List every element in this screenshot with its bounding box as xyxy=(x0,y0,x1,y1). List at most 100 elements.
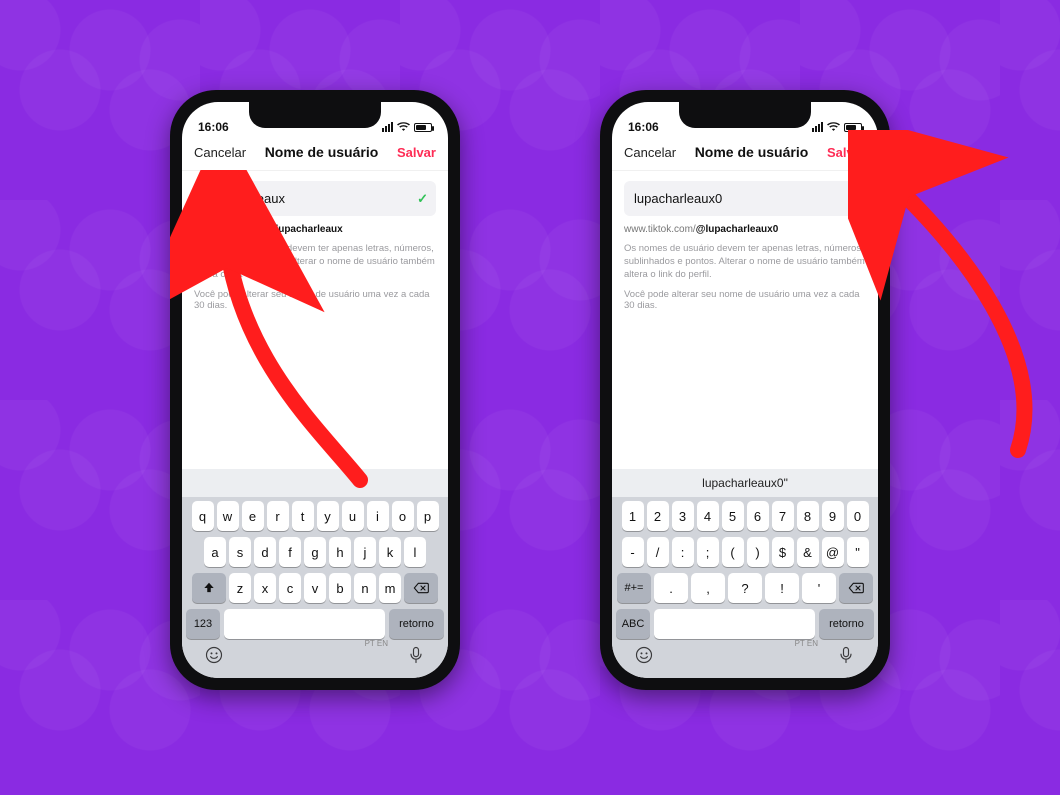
key-m[interactable]: m xyxy=(379,573,401,603)
ios-keyboard[interactable]: qwertyuiop asdfghjkl zxcvbnm 123 retorno xyxy=(182,469,448,678)
save-button[interactable]: Salvar xyxy=(827,145,866,160)
url-handle: @lupacharleaux xyxy=(266,224,343,235)
key-b[interactable]: b xyxy=(329,573,351,603)
key-q[interactable]: q xyxy=(192,501,214,531)
key-3[interactable]: 3 xyxy=(672,501,694,531)
key-)[interactable]: ) xyxy=(747,537,769,567)
key-u[interactable]: u xyxy=(342,501,364,531)
return-key[interactable]: retorno xyxy=(389,609,444,639)
key-9[interactable]: 9 xyxy=(822,501,844,531)
keyboard-suggestion-bar[interactable] xyxy=(182,469,448,497)
key-r[interactable]: r xyxy=(267,501,289,531)
key-o[interactable]: o xyxy=(392,501,414,531)
key-i[interactable]: i xyxy=(367,501,389,531)
username-value: lupacharleaux xyxy=(204,191,285,206)
signal-icon xyxy=(812,122,823,132)
key-v[interactable]: v xyxy=(304,573,326,603)
phone-screen: 16:06 Cancelar Nome de usuário Salvar lu… xyxy=(182,102,448,678)
phone-notch xyxy=(679,102,811,128)
key-.[interactable]: . xyxy=(654,573,688,603)
key-w[interactable]: w xyxy=(217,501,239,531)
mode-switch-key[interactable]: 123 xyxy=(186,609,220,639)
key-t[interactable]: t xyxy=(292,501,314,531)
return-key[interactable]: retorno xyxy=(819,609,874,639)
username-input[interactable]: lupacharleaux ✓ xyxy=(194,181,436,216)
keyboard-suggestion-bar[interactable]: lupacharleaux0" xyxy=(612,469,878,497)
profile-url: www.tiktok.com/@lupacharleaux xyxy=(194,224,436,235)
key-/[interactable]: / xyxy=(647,537,669,567)
phone-notch xyxy=(249,102,381,128)
kb-row-2: asdfghjkl xyxy=(186,537,444,567)
key-l[interactable]: l xyxy=(404,537,426,567)
key-?[interactable]: ? xyxy=(728,573,762,603)
profile-url: www.tiktok.com/@lupacharleaux0 xyxy=(624,224,866,235)
key-n[interactable]: n xyxy=(354,573,376,603)
key-@[interactable]: @ xyxy=(822,537,844,567)
kb-row-1: qwertyuiop xyxy=(186,501,444,531)
key-p[interactable]: p xyxy=(417,501,439,531)
key-;[interactable]: ; xyxy=(697,537,719,567)
checkmark-icon: ✓ xyxy=(417,191,428,207)
ios-keyboard[interactable]: lupacharleaux0" 1234567890 -/:;()$&@" #+… xyxy=(612,469,878,678)
phone-screen: 16:06 Cancelar Nome de usuário Salvar lu… xyxy=(612,102,878,678)
key-c[interactable]: c xyxy=(279,573,301,603)
keyboard-language-hint: PT EN xyxy=(365,639,388,648)
key-:[interactable]: : xyxy=(672,537,694,567)
key-4[interactable]: 4 xyxy=(697,501,719,531)
key-s[interactable]: s xyxy=(229,537,251,567)
keyboard-language-hint: PT EN xyxy=(795,639,818,648)
key-y[interactable]: y xyxy=(317,501,339,531)
key-a[interactable]: a xyxy=(204,537,226,567)
battery-icon xyxy=(414,123,432,132)
mode-switch-key[interactable]: ABC xyxy=(616,609,650,639)
kb-row-3: #+= .,?!' xyxy=(616,573,874,603)
kb-row-3: zxcvbnm xyxy=(186,573,444,603)
key-&[interactable]: & xyxy=(797,537,819,567)
cancel-button[interactable]: Cancelar xyxy=(624,145,676,160)
key-h[interactable]: h xyxy=(329,537,351,567)
wifi-icon xyxy=(827,120,840,134)
backspace-key[interactable] xyxy=(839,573,873,603)
key-$[interactable]: $ xyxy=(772,537,794,567)
key-j[interactable]: j xyxy=(354,537,376,567)
key-7[interactable]: 7 xyxy=(772,501,794,531)
space-key[interactable] xyxy=(224,609,385,639)
key-d[interactable]: d xyxy=(254,537,276,567)
key-k[interactable]: k xyxy=(379,537,401,567)
key-2[interactable]: 2 xyxy=(647,501,669,531)
status-time: 16:06 xyxy=(628,120,659,134)
key-6[interactable]: 6 xyxy=(747,501,769,531)
key-e[interactable]: e xyxy=(242,501,264,531)
key-,[interactable]: , xyxy=(691,573,725,603)
kb-footer xyxy=(616,639,874,670)
key--[interactable]: - xyxy=(622,537,644,567)
key-5[interactable]: 5 xyxy=(722,501,744,531)
cancel-button[interactable]: Cancelar xyxy=(194,145,246,160)
background-pattern xyxy=(0,0,1060,795)
key-g[interactable]: g xyxy=(304,537,326,567)
symbols-switch-key[interactable]: #+= xyxy=(617,573,651,603)
dictation-key[interactable] xyxy=(406,645,426,670)
space-key[interactable] xyxy=(654,609,815,639)
username-input[interactable]: lupacharleaux0 xyxy=(624,181,866,216)
nav-bar: Cancelar Nome de usuário Salvar xyxy=(182,136,448,171)
emoji-key[interactable] xyxy=(204,645,224,670)
key-'[interactable]: ' xyxy=(802,573,836,603)
key-0[interactable]: 0 xyxy=(847,501,869,531)
phone-mockup-right: 16:06 Cancelar Nome de usuário Salvar lu… xyxy=(600,90,890,690)
key-"[interactable]: " xyxy=(847,537,869,567)
key-![interactable]: ! xyxy=(765,573,799,603)
username-hint: Os nomes de usuário devem ter apenas let… xyxy=(624,243,866,281)
url-handle: @lupacharleaux0 xyxy=(696,224,779,235)
backspace-key[interactable] xyxy=(404,573,438,603)
key-([interactable]: ( xyxy=(722,537,744,567)
save-button[interactable]: Salvar xyxy=(397,145,436,160)
key-z[interactable]: z xyxy=(229,573,251,603)
shift-key[interactable] xyxy=(192,573,226,603)
key-1[interactable]: 1 xyxy=(622,501,644,531)
key-x[interactable]: x xyxy=(254,573,276,603)
key-8[interactable]: 8 xyxy=(797,501,819,531)
key-f[interactable]: f xyxy=(279,537,301,567)
emoji-key[interactable] xyxy=(634,645,654,670)
dictation-key[interactable] xyxy=(836,645,856,670)
